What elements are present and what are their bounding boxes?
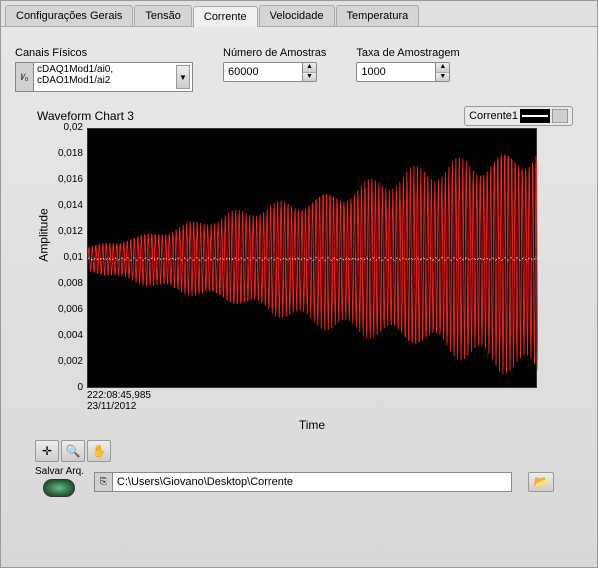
num-samples-label: Número de Amostras xyxy=(223,47,326,59)
save-button[interactable] xyxy=(43,479,75,497)
chart-legend[interactable]: Corrente1 xyxy=(464,106,573,126)
y-axis-label: Amplitude xyxy=(37,208,51,261)
legend-config-icon[interactable] xyxy=(552,109,568,123)
sample-rate-label: Taxa de Amostragem xyxy=(356,47,459,59)
spinner-down-icon[interactable]: ▼ xyxy=(436,73,449,82)
y-tick: 0,02 xyxy=(45,123,83,133)
graph-palette: ✛ 🔍 ✋ xyxy=(35,440,583,462)
file-path-input[interactable] xyxy=(112,472,512,492)
pan-tool-icon[interactable]: ✋ xyxy=(87,440,111,462)
chart-header: Waveform Chart 3 Corrente1 xyxy=(37,106,583,126)
y-tick: 0,014 xyxy=(45,201,83,211)
zoom-tool-icon[interactable]: 🔍 xyxy=(61,440,85,462)
spinner-up-icon[interactable]: ▲ xyxy=(436,63,449,73)
tab-content-corrente: Canais Físicos I⁄₀ cDAQ1Mod1/ai0, cDAO1M… xyxy=(1,27,597,507)
num-samples-spinner[interactable]: ▲ ▼ xyxy=(303,62,317,82)
x-axis-ticks: 222:08:45,985 23/11/2012 xyxy=(87,390,575,412)
tab-panel: Configurações Gerais Tensão Corrente Vel… xyxy=(0,0,598,568)
num-samples-input[interactable] xyxy=(223,62,303,82)
legend-series-label: Corrente1 xyxy=(469,110,518,122)
sample-rate-input[interactable] xyxy=(356,62,436,82)
y-tick: 0,016 xyxy=(45,175,83,185)
y-tick: 0,006 xyxy=(45,305,83,315)
y-tick: 0,002 xyxy=(45,357,83,367)
chart-title: Waveform Chart 3 xyxy=(37,109,134,123)
x-axis-label: Time xyxy=(87,418,537,432)
y-tick: 0 xyxy=(45,383,83,393)
controls-row: Canais Físicos I⁄₀ cDAQ1Mod1/ai0, cDAO1M… xyxy=(15,47,583,92)
io-icon: I⁄₀ xyxy=(15,62,33,92)
tab-configuracoes-gerais[interactable]: Configurações Gerais xyxy=(5,5,133,26)
y-tick: 0,018 xyxy=(45,149,83,159)
tab-corrente[interactable]: Corrente xyxy=(193,6,258,27)
y-axis-ticks: 0,02 0,018 0,016 0,014 0,012 0,01 0,008 … xyxy=(45,128,87,388)
spinner-down-icon[interactable]: ▼ xyxy=(303,73,316,82)
legend-swatch-icon xyxy=(520,109,550,123)
save-label: Salvar Arq. xyxy=(35,466,84,477)
browse-button[interactable]: 📂 xyxy=(528,472,554,492)
num-samples-group: Número de Amostras ▲ ▼ xyxy=(223,47,326,82)
plot-area[interactable] xyxy=(87,128,537,388)
save-row: Salvar Arq. ⎘ 📂 xyxy=(35,466,583,497)
physical-channels-control[interactable]: I⁄₀ cDAQ1Mod1/ai0, cDAO1Mod1/ai2 ▼ xyxy=(15,62,193,92)
tab-strip: Configurações Gerais Tensão Corrente Vel… xyxy=(1,1,597,27)
save-button-group: Salvar Arq. xyxy=(35,466,84,497)
folder-icon: 📂 xyxy=(533,475,548,489)
waveform-chart[interactable]: Amplitude 0,02 0,018 0,016 0,014 0,012 0… xyxy=(45,128,575,432)
sample-rate-spinner[interactable]: ▲ ▼ xyxy=(436,62,450,82)
chevron-down-icon[interactable]: ▼ xyxy=(176,65,190,89)
physical-channels-select[interactable]: cDAQ1Mod1/ai0, cDAO1Mod1/ai2 ▼ xyxy=(33,62,193,92)
physical-channels-group: Canais Físicos I⁄₀ cDAQ1Mod1/ai0, cDAO1M… xyxy=(15,47,193,92)
spinner-up-icon[interactable]: ▲ xyxy=(303,63,316,73)
y-tick: 0,008 xyxy=(45,279,83,289)
x-tick-date: 23/11/2012 xyxy=(87,401,575,412)
file-path-control: ⎘ xyxy=(94,472,512,492)
path-icon: ⎘ xyxy=(94,472,112,492)
physical-channels-label: Canais Físicos xyxy=(15,47,193,59)
tab-velocidade[interactable]: Velocidade xyxy=(259,5,335,26)
y-tick: 0,012 xyxy=(45,227,83,237)
y-tick: 0,004 xyxy=(45,331,83,341)
channel-line2: cDAO1Mod1/ai2 xyxy=(37,75,189,86)
x-tick-time: 222:08:45,985 xyxy=(87,390,575,401)
channel-line1: cDAQ1Mod1/ai0, xyxy=(37,64,189,75)
tab-temperatura[interactable]: Temperatura xyxy=(336,5,420,26)
y-tick: 0,01 xyxy=(45,253,83,263)
sample-rate-group: Taxa de Amostragem ▲ ▼ xyxy=(356,47,459,82)
crosshair-tool-icon[interactable]: ✛ xyxy=(35,440,59,462)
tab-tensao[interactable]: Tensão xyxy=(134,5,191,26)
